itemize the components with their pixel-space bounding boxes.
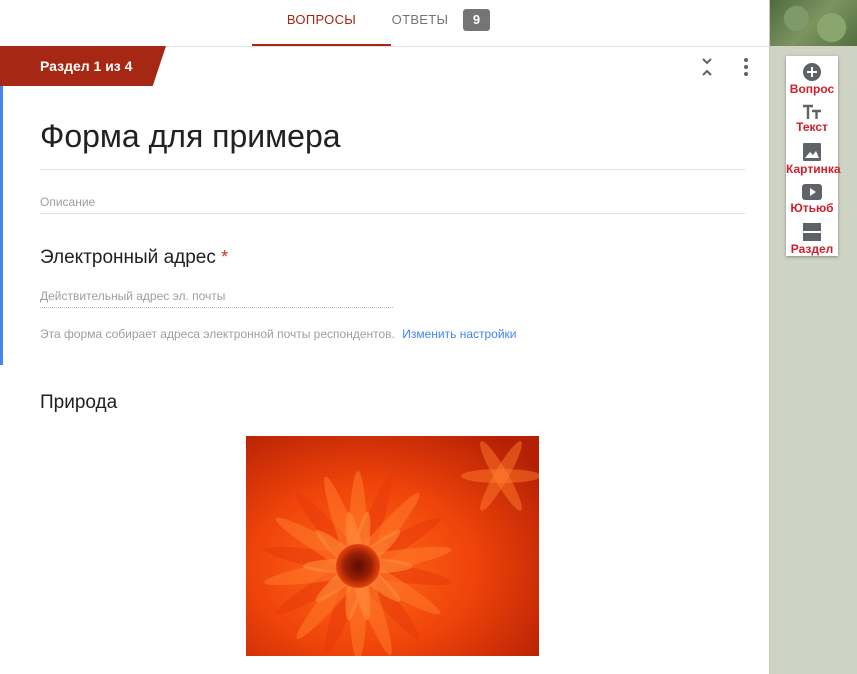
title-divider [40,169,745,170]
floating-toolbar: Вопрос Текст Картинка Ютьюб Раздел [786,56,841,256]
section-icon [803,223,821,241]
collect-email-note: Эта форма собирает адреса электронной по… [40,327,517,341]
section-label: Раздел 1 из 4 [40,58,133,74]
video-icon [802,184,822,200]
theme-photo [770,0,857,46]
add-text-button[interactable]: Текст [786,104,838,134]
add-section-button[interactable]: Раздел [786,222,838,256]
required-mark: * [221,247,229,267]
email-input[interactable]: Действительный адрес эл. почты [40,289,393,308]
active-section-indicator [0,86,3,365]
email-question-title: Электронный адрес * [40,247,228,269]
add-circle-icon [803,63,821,81]
add-video-label: Ютьюб [790,201,834,215]
tab-answers[interactable]: ОТВЕТЫ [380,0,460,44]
add-section-label: Раздел [790,242,834,256]
image-title[interactable]: Природа [40,392,117,414]
more-options-icon[interactable] [736,56,756,80]
add-question-button[interactable]: Вопрос [786,62,838,96]
tab-questions[interactable]: ВОПРОСЫ [252,0,391,46]
add-image-label: Картинка [786,162,841,176]
form-title[interactable]: Форма для примера [40,118,341,155]
add-video-button[interactable]: Ютьюб [786,183,838,215]
form-editor: ВОПРОСЫ ОТВЕТЫ 9 Раздел 1 из 4 Форма для… [0,0,769,674]
answers-count-badge: 9 [463,9,490,31]
collect-email-text: Эта форма собирает адреса электронной по… [40,327,395,341]
description-field[interactable]: Описание [40,195,95,209]
flower-image[interactable] [246,436,539,656]
image-icon [803,143,821,161]
description-divider [40,213,745,214]
title-text-icon [803,104,821,119]
tab-bar: ВОПРОСЫ ОТВЕТЫ 9 [0,0,769,47]
email-question-label: Электронный адрес [40,247,216,268]
add-text-label: Текст [796,120,828,134]
add-question-label: Вопрос [789,82,835,96]
add-image-button[interactable]: Картинка [786,142,841,176]
collapse-section-icon[interactable] [697,56,717,80]
change-settings-link[interactable]: Изменить настройки [402,327,516,341]
